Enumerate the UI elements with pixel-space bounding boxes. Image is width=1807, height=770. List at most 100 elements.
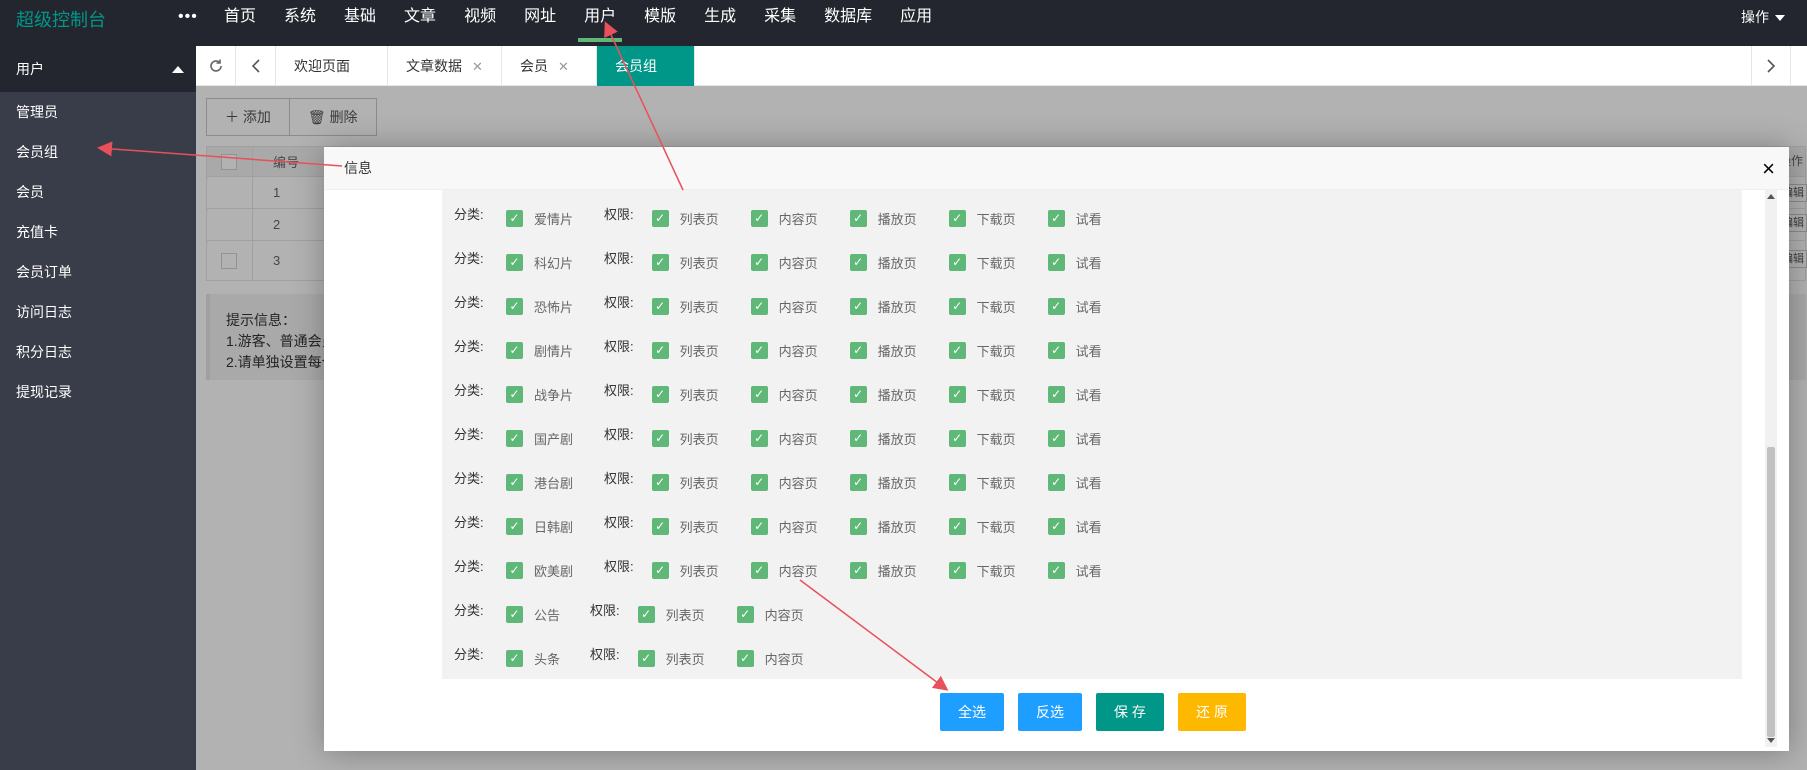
- app-logo[interactable]: 超级控制台: [16, 6, 106, 32]
- reset-button[interactable]: 还 原: [1178, 693, 1246, 731]
- tab-scroll-left-icon[interactable]: [236, 46, 276, 86]
- category-checkbox[interactable]: ✓ 港台剧: [506, 473, 594, 492]
- sidebar-item[interactable]: 访问日志: [0, 292, 196, 332]
- permission-checkbox[interactable]: ✓ 下载页: [948, 253, 1048, 272]
- top-nav-item[interactable]: 生成: [690, 0, 750, 46]
- permission-checkbox[interactable]: ✓ 内容页: [750, 209, 850, 228]
- permission-checkbox[interactable]: ✓ 内容页: [750, 297, 850, 316]
- permission-checkbox[interactable]: ✓ 列表页: [637, 605, 737, 624]
- permission-checkbox[interactable]: ✓ 列表页: [651, 561, 751, 580]
- permission-checkbox[interactable]: ✓ 试看: [1047, 429, 1147, 448]
- top-nav-item[interactable]: 基础: [330, 0, 390, 46]
- category-checkbox[interactable]: ✓ 日韩剧: [506, 517, 594, 536]
- permission-checkbox[interactable]: ✓ 试看: [1047, 209, 1147, 228]
- permission-checkbox[interactable]: ✓ 试看: [1047, 253, 1147, 272]
- permission-checkbox[interactable]: ✓ 内容页: [736, 649, 836, 668]
- permission-checkbox[interactable]: ✓ 试看: [1047, 385, 1147, 404]
- sidebar-item[interactable]: 积分日志: [0, 332, 196, 372]
- permission-checkbox[interactable]: ✓ 播放页: [849, 253, 949, 272]
- top-nav-item[interactable]: 视频: [450, 0, 510, 46]
- permission-checkbox[interactable]: ✓ 列表页: [651, 473, 751, 492]
- permission-checkbox[interactable]: ✓ 列表页: [651, 341, 751, 360]
- permission-checkbox[interactable]: ✓ 试看: [1047, 517, 1147, 536]
- permission-checkbox[interactable]: ✓ 下载页: [948, 385, 1048, 404]
- permission-checkbox[interactable]: ✓ 试看: [1047, 473, 1147, 492]
- permission-checkbox[interactable]: ✓ 列表页: [651, 429, 751, 448]
- permission-checkbox[interactable]: ✓ 下载页: [948, 561, 1048, 580]
- permission-checkbox[interactable]: ✓ 播放页: [849, 385, 949, 404]
- permission-checkbox[interactable]: ✓ 下载页: [948, 209, 1048, 228]
- top-nav-item[interactable]: 用户: [570, 0, 630, 46]
- category-checkbox[interactable]: ✓ 恐怖片: [506, 297, 594, 316]
- permission-checkbox[interactable]: ✓ 试看: [1047, 341, 1147, 360]
- permission-checkbox[interactable]: ✓ 内容页: [750, 473, 850, 492]
- tab[interactable]: 欢迎页面✕: [276, 46, 388, 114]
- tab-close-icon[interactable]: ✕: [472, 59, 483, 74]
- tab[interactable]: 会员组✕: [597, 46, 695, 114]
- permission-checkbox[interactable]: ✓ 试看: [1047, 297, 1147, 316]
- dialog-scrollbar[interactable]: [1765, 190, 1777, 747]
- permission-checkbox[interactable]: ✓ 播放页: [849, 473, 949, 492]
- scroll-down-icon[interactable]: [1767, 738, 1775, 743]
- permission-checkbox[interactable]: ✓ 播放页: [849, 517, 949, 536]
- top-nav-item[interactable]: 文章: [390, 0, 450, 46]
- category-checkbox[interactable]: ✓ 国产剧: [506, 429, 594, 448]
- top-nav-item[interactable]: 网址: [510, 0, 570, 46]
- close-icon[interactable]: ×: [1762, 147, 1775, 190]
- permission-checkbox[interactable]: ✓ 内容页: [736, 605, 836, 624]
- permission-checkbox[interactable]: ✓ 列表页: [637, 649, 737, 668]
- operations-menu[interactable]: 操作: [1741, 7, 1785, 27]
- permission-checkbox[interactable]: ✓ 播放页: [849, 341, 949, 360]
- top-nav-item[interactable]: 应用: [886, 0, 946, 46]
- permission-checkbox[interactable]: ✓ 内容页: [750, 429, 850, 448]
- scrollbar-thumb[interactable]: [1767, 447, 1775, 737]
- permission-checkbox[interactable]: ✓ 下载页: [948, 297, 1048, 316]
- permission-checkbox[interactable]: ✓ 内容页: [750, 341, 850, 360]
- category-checkbox[interactable]: ✓ 科幻片: [506, 253, 594, 272]
- sidebar-item[interactable]: 会员组: [0, 132, 196, 172]
- permission-checkbox[interactable]: ✓ 列表页: [651, 297, 751, 316]
- sidebar-group-user[interactable]: 用户: [0, 46, 196, 92]
- tab-scroll-right-icon[interactable]: [1751, 46, 1791, 86]
- select-all-button[interactable]: 全选: [940, 693, 1004, 731]
- permission-checkbox[interactable]: ✓ 内容页: [750, 385, 850, 404]
- permission-checkbox[interactable]: ✓ 列表页: [651, 209, 751, 228]
- tab-close-icon[interactable]: ✕: [558, 59, 569, 74]
- permission-checkbox[interactable]: ✓ 下载页: [948, 517, 1048, 536]
- invert-selection-button[interactable]: 反选: [1018, 693, 1082, 731]
- permission-checkbox[interactable]: ✓ 试看: [1047, 561, 1147, 580]
- category-checkbox[interactable]: ✓ 公告: [506, 605, 580, 624]
- permission-checkbox[interactable]: ✓ 下载页: [948, 429, 1048, 448]
- category-checkbox[interactable]: ✓ 战争片: [506, 385, 594, 404]
- permission-checkbox[interactable]: ✓ 列表页: [651, 517, 751, 536]
- permission-checkbox[interactable]: ✓ 播放页: [849, 209, 949, 228]
- top-nav-item[interactable]: 首页: [210, 0, 270, 46]
- sidebar-item[interactable]: 提现记录: [0, 372, 196, 412]
- permission-checkbox[interactable]: ✓ 列表页: [651, 253, 751, 272]
- tab[interactable]: 会员 ✕: [502, 46, 597, 86]
- permission-checkbox[interactable]: ✓ 下载页: [948, 473, 1048, 492]
- category-checkbox[interactable]: ✓ 剧情片: [506, 341, 594, 360]
- scroll-up-icon[interactable]: [1767, 194, 1775, 199]
- sidebar-item[interactable]: 会员: [0, 172, 196, 212]
- tab[interactable]: 文章数据 ✕: [388, 46, 502, 86]
- sidebar-item[interactable]: 充值卡: [0, 212, 196, 252]
- permission-checkbox[interactable]: ✓ 列表页: [651, 385, 751, 404]
- top-nav-item[interactable]: 数据库: [810, 0, 886, 46]
- sidebar-item[interactable]: 会员订单: [0, 252, 196, 292]
- permission-checkbox[interactable]: ✓ 内容页: [750, 561, 850, 580]
- top-nav-item[interactable]: 模版: [630, 0, 690, 46]
- permission-checkbox[interactable]: ✓ 播放页: [849, 561, 949, 580]
- category-checkbox[interactable]: ✓ 爱情片: [506, 209, 594, 228]
- sidebar-item[interactable]: 管理员: [0, 92, 196, 132]
- permission-checkbox[interactable]: ✓ 播放页: [849, 429, 949, 448]
- permission-checkbox[interactable]: ✓ 内容页: [750, 517, 850, 536]
- permission-checkbox[interactable]: ✓ 播放页: [849, 297, 949, 316]
- save-button[interactable]: 保 存: [1096, 693, 1164, 731]
- category-checkbox[interactable]: ✓ 欧美剧: [506, 561, 594, 580]
- permission-checkbox[interactable]: ✓ 下载页: [948, 341, 1048, 360]
- permission-checkbox[interactable]: ✓ 内容页: [750, 253, 850, 272]
- refresh-icon[interactable]: [196, 46, 236, 86]
- more-menu-icon[interactable]: •••: [178, 8, 198, 26]
- top-nav-item[interactable]: 系统: [270, 0, 330, 46]
